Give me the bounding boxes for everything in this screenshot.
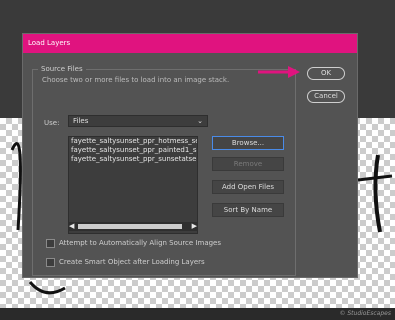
align-checkbox-label: Attempt to Automatically Align Source Im… <box>59 239 222 247</box>
source-files-description: Choose two or more files to load into an… <box>42 76 230 84</box>
add-open-files-button[interactable]: Add Open Files <box>212 180 284 194</box>
chevron-down-icon: ⌄ <box>197 117 203 125</box>
sort-by-name-button[interactable]: Sort By Name <box>212 203 284 217</box>
dialog-titlebar[interactable]: Load Layers <box>23 34 357 53</box>
file-list[interactable]: fayette_saltysunset_ppr_hotmess_sea.j fa… <box>68 136 198 234</box>
arrow-pointer-icon <box>258 66 300 78</box>
browse-button[interactable]: Browse... <box>212 136 284 150</box>
use-label: Use: <box>44 119 60 127</box>
file-list-hscrollbar[interactable]: ◀ ▶ <box>68 222 198 231</box>
remove-button[interactable]: Remove <box>212 157 284 171</box>
smart-object-checkbox[interactable] <box>46 257 55 267</box>
smart-object-checkbox-label: Create Smart Object after Loading Layers <box>59 258 205 266</box>
use-select-value: Files <box>73 117 89 125</box>
list-item[interactable]: fayette_saltysunset_ppr_hotmess_sea.j <box>69 137 197 146</box>
list-item[interactable]: fayette_saltysunset_ppr_sunsetatsea.jp <box>69 155 197 164</box>
list-item[interactable]: fayette_saltysunset_ppr_painted1_suns <box>69 146 197 155</box>
source-files-group-title: Source Files <box>38 65 86 73</box>
scrollbar-thumb[interactable] <box>78 224 182 229</box>
smart-object-checkbox-row[interactable]: Create Smart Object after Loading Layers <box>46 257 205 267</box>
use-select[interactable]: Files ⌄ <box>68 115 208 127</box>
align-checkbox[interactable] <box>46 238 55 248</box>
watermark: © StudioEscapes <box>339 310 391 317</box>
ok-button[interactable]: OK <box>307 67 345 80</box>
align-checkbox-row[interactable]: Attempt to Automatically Align Source Im… <box>46 238 221 248</box>
cancel-button[interactable]: Cancel <box>307 90 345 103</box>
scroll-left-icon[interactable]: ◀ <box>69 222 74 231</box>
bottom-strip <box>0 308 395 320</box>
scroll-right-icon[interactable]: ▶ <box>192 222 197 231</box>
